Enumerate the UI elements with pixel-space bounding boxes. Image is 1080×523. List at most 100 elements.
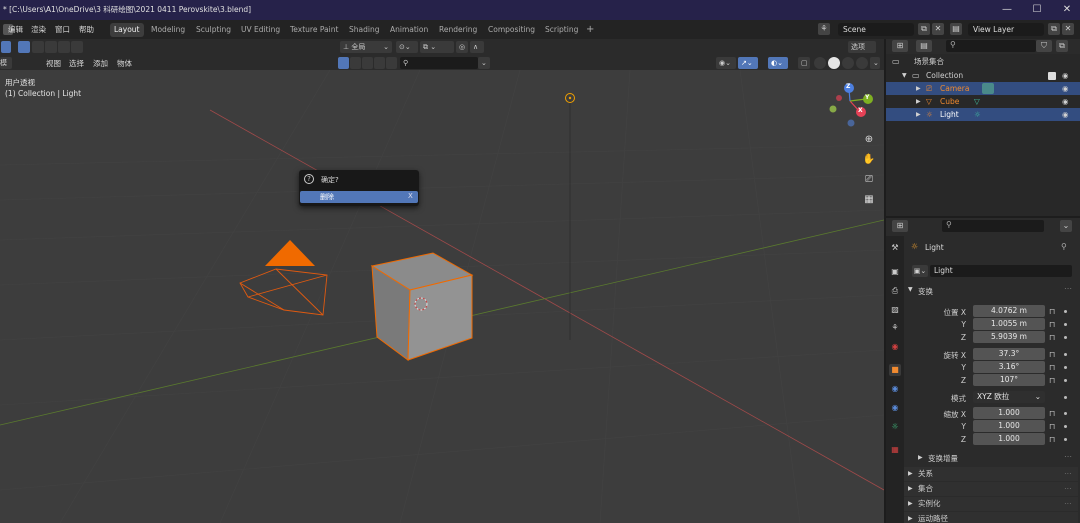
scene-selector[interactable]: Scene [838, 23, 914, 36]
tab-layout[interactable]: Layout [110, 23, 144, 37]
pivot-point-icon[interactable]: ⊙⌄ [396, 41, 418, 53]
keyframe-dot[interactable] [1064, 366, 1067, 369]
lock-icon[interactable]: ⊓ [1049, 320, 1057, 329]
mode-dropdown[interactable]: 模式 [0, 57, 12, 79]
motion-paths-section[interactable]: ▶ 运动路径 [904, 512, 1078, 523]
drag-handle-icon[interactable]: ⋯ [1064, 467, 1072, 481]
outliner-item-light[interactable]: ▶ ☼ Light ☼ ◉ [886, 108, 1080, 121]
eye-icon[interactable]: ◉ [1062, 82, 1069, 95]
overlays-icon[interactable]: ◐⌄ [768, 57, 788, 69]
filter-icon[interactable]: ⛉ [1036, 40, 1052, 52]
scene-collection-row[interactable]: ▭ 场景集合 [886, 55, 1080, 68]
scale-z-field[interactable]: 1.000 [973, 433, 1045, 445]
location-z-field[interactable]: 5.9039 m [973, 331, 1045, 343]
close-button[interactable]: ✕ [1052, 0, 1080, 20]
drag-handle-icon[interactable]: ⋯ [1064, 452, 1072, 461]
shading-solid-icon[interactable] [828, 57, 840, 69]
display-mode-icon[interactable]: ▤ [916, 40, 932, 52]
maximize-button[interactable]: ☐ [1022, 0, 1052, 20]
expand-arrow-icon[interactable]: ▼ [902, 69, 907, 82]
filter-solid-icon[interactable] [338, 57, 349, 69]
instancing-section[interactable]: ▶ 实例化 ⋯ [904, 497, 1078, 511]
tab-animation[interactable]: Animation [386, 23, 432, 37]
pan-hand-icon[interactable]: ✋ [861, 152, 877, 168]
drag-handle-icon[interactable]: ⋯ [1064, 284, 1072, 293]
lock-icon[interactable]: ⊓ [1049, 422, 1057, 431]
falloff-icon[interactable]: ∧ [470, 41, 484, 53]
view-layer-icon[interactable]: ▤ [950, 23, 962, 35]
render-tab-icon[interactable]: ▣ [889, 266, 901, 278]
shading-options-icon[interactable]: ⌄ [870, 57, 880, 69]
lock-icon[interactable]: ⊓ [1049, 307, 1057, 316]
gizmo-y-label[interactable]: Y [865, 94, 869, 101]
menu-view[interactable]: 视图 [46, 58, 61, 69]
gizmo-icon[interactable]: ↗⌄ [738, 57, 758, 69]
delta-transform-section[interactable]: ▶ 变换增量 ⋯ [910, 452, 1076, 465]
editor-type-icon[interactable]: ⊞ [892, 220, 908, 232]
editor-type-icon[interactable]: ⊞ [892, 40, 908, 52]
select-box-icon[interactable] [1, 41, 11, 53]
tab-scripting[interactable]: Scripting [541, 23, 582, 37]
minimize-button[interactable]: — [992, 0, 1022, 20]
menu-window[interactable]: 窗口 [55, 24, 70, 35]
menu-object[interactable]: 物体 [117, 58, 132, 69]
perspective-grid-icon[interactable]: ▦ [861, 192, 877, 208]
drag-handle-icon[interactable]: ⋯ [1064, 497, 1072, 511]
transform-section-header[interactable]: ▼ 变换 ⋯ [904, 284, 1078, 298]
shading-wireframe-icon[interactable] [814, 57, 826, 69]
keyframe-dot[interactable] [1064, 412, 1067, 415]
rotation-y-field[interactable]: 3.16° [973, 361, 1045, 373]
keyframe-dot[interactable] [1064, 425, 1067, 428]
xray-icon[interactable]: ▢ [798, 57, 810, 69]
keyframe-dot[interactable] [1064, 438, 1067, 441]
pin-icon[interactable]: ⚲ [1061, 242, 1067, 251]
search-dropdown-icon[interactable]: ⌄ [478, 57, 490, 69]
scale-y-field[interactable]: 1.000 [973, 420, 1045, 432]
modifier-tab-icon[interactable]: ◉ [889, 383, 901, 395]
output-tab-icon[interactable]: ⎙ [889, 285, 901, 297]
object-tab-icon[interactable]: ■ [889, 364, 901, 376]
lock-icon[interactable]: ⊓ [1049, 435, 1057, 444]
tab-rendering[interactable]: Rendering [435, 23, 481, 37]
location-y-field[interactable]: 1.0055 m [973, 318, 1045, 330]
filter-world-icon[interactable] [386, 57, 397, 69]
select-invert-icon[interactable] [58, 41, 70, 53]
lock-icon[interactable]: ⊓ [1049, 350, 1057, 359]
eye-icon[interactable]: ◉ [1062, 108, 1069, 121]
rotation-mode-dropdown[interactable]: XYZ 欧拉 ⌄ [973, 391, 1045, 403]
location-x-field[interactable]: 4.0762 m [973, 305, 1045, 317]
shading-material-icon[interactable] [842, 57, 854, 69]
collection-checkbox[interactable] [1048, 72, 1056, 80]
filter-light-icon[interactable] [374, 57, 385, 69]
tab-sculpting[interactable]: Sculpting [192, 23, 235, 37]
collections-section[interactable]: ▶ 集合 ⋯ [904, 482, 1078, 496]
scene-icon[interactable]: ⚘ [818, 23, 830, 35]
3d-viewport[interactable]: 用户透视 (1) Collection | Light Z Y X ⊕ ✋ ⎚ … [0, 70, 884, 523]
transform-orientation-dropdown[interactable]: ⊥ 全局 ⌄ [340, 41, 392, 53]
shading-rendered-icon[interactable] [856, 57, 868, 69]
options-dropdown-icon[interactable]: ⌄ [1060, 220, 1072, 232]
snap-icon[interactable]: ⧉ ⌄ [420, 41, 454, 53]
keyframe-dot[interactable] [1064, 310, 1067, 313]
gizmo-x-label[interactable]: X [858, 107, 863, 114]
outliner-item-cube[interactable]: ▶ ▽ Cube ▽ ◉ [886, 95, 1080, 108]
collection-row[interactable]: ▼ ▭ Collection ◉ [886, 69, 1080, 82]
menu-add[interactable]: 添加 [93, 58, 108, 69]
menu-render[interactable]: 渲染 [31, 24, 46, 35]
viewport-search-input[interactable]: ⚲ [400, 57, 478, 69]
view-layer-selector[interactable]: View Layer [968, 23, 1044, 36]
keyframe-dot[interactable] [1064, 353, 1067, 356]
physics-tab-icon[interactable]: ◉ [889, 402, 901, 414]
new-collection-icon[interactable]: ⧉ [1056, 40, 1068, 52]
outliner-search-input[interactable]: ⚲ [946, 40, 1036, 52]
outliner-item-camera[interactable]: ▶ ⎚ Camera ◉ [886, 82, 1080, 95]
keyframe-dot[interactable] [1064, 396, 1067, 399]
gizmo-z-label[interactable]: Z [846, 83, 850, 90]
filter-material-icon[interactable] [350, 57, 361, 69]
tab-compositing[interactable]: Compositing [484, 23, 539, 37]
visibility-icon[interactable]: ◉⌄ [716, 57, 736, 69]
delete-view-layer-icon[interactable]: ✕ [1062, 23, 1074, 35]
options-dropdown[interactable]: 选项 [848, 41, 876, 53]
filter-texture-icon[interactable] [362, 57, 373, 69]
menu-help[interactable]: 帮助 [79, 24, 94, 35]
